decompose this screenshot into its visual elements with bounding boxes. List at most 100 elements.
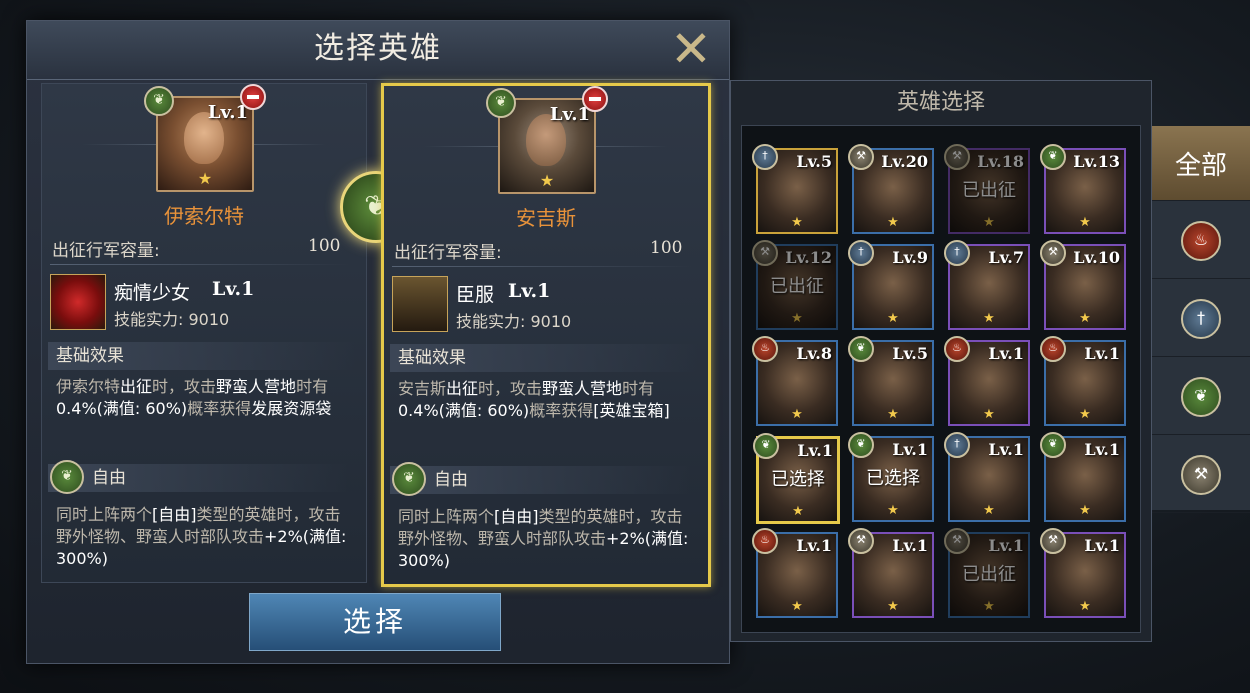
sword-icon: †	[1181, 299, 1221, 339]
leaf-icon: ❦	[848, 336, 874, 362]
hero-cell[interactable]: Lv.1 ★ ⚒	[1040, 528, 1126, 618]
skill-name: 痴情少女	[114, 282, 191, 304]
skill-kneel-icon[interactable]	[392, 276, 448, 332]
hero-cell[interactable]: Lv.5 ★ †	[752, 144, 838, 234]
tab-fire[interactable]: ♨	[1152, 204, 1250, 279]
star-icon: ★	[887, 311, 899, 326]
leaf-icon: ❦	[486, 88, 516, 118]
hero-cell[interactable]: Lv.13 ★ ❦	[1040, 144, 1126, 234]
select-button[interactable]: 选择	[249, 593, 501, 651]
hammer-icon: ⚒	[944, 144, 970, 170]
hero-cell-level: Lv.9	[892, 248, 928, 267]
remove-hero-button[interactable]	[582, 86, 608, 112]
hammer-icon: ⚒	[1040, 240, 1066, 266]
star-icon: ★	[1079, 503, 1091, 518]
faction-tabs: 全部 ♨ † ❦ ⚒	[1152, 126, 1250, 513]
hero-cell[interactable]: Lv.5 ★ ❦	[848, 336, 934, 426]
star-icon: ★	[1079, 311, 1091, 326]
star-icon: ★	[983, 407, 995, 422]
hero-cell-state: 已出征	[770, 276, 824, 297]
hero-cell[interactable]: Lv.1 ★ 已选择 ❦	[848, 432, 934, 522]
sword-icon: †	[848, 240, 874, 266]
hero-card-right[interactable]: Lv.1 ★ ❦ 安吉斯 出征行军容量: 100 臣服 Lv.1 技能实力: 9…	[381, 83, 711, 587]
star-icon: ★	[791, 311, 803, 326]
hero-card-left[interactable]: Lv.1 ★ ❦ 伊索尔特 出征行军容量: 100 痴情少女 Lv.1 技能实力…	[41, 83, 367, 583]
hammer-icon: ⚒	[848, 528, 874, 554]
section-basic-effect: 基础效果	[48, 342, 356, 370]
hero-cell[interactable]: Lv.1 ★ ♨	[752, 528, 838, 618]
tab-hammer[interactable]: ⚒	[1152, 438, 1250, 513]
sword-icon: †	[944, 240, 970, 266]
hero-cell-state: 已出征	[962, 180, 1016, 201]
skill-rose-icon[interactable]	[50, 274, 106, 330]
hero-name: 伊索尔特	[164, 204, 244, 228]
star-icon: ★	[887, 215, 899, 230]
hammer-icon: ⚒	[1181, 455, 1221, 495]
skill-level: Lv.1	[508, 280, 551, 302]
hero-cell[interactable]: Lv.1 ★ †	[944, 432, 1030, 522]
capacity-value: 100	[308, 236, 341, 256]
close-button[interactable]: ✕	[667, 24, 715, 74]
capacity-label: 出征行军容量:	[52, 241, 160, 261]
hero-cell-state: 已选择	[771, 469, 825, 490]
hammer-icon: ⚒	[752, 240, 778, 266]
star-icon: ★	[983, 503, 995, 518]
tab-all[interactable]: 全部	[1152, 126, 1250, 201]
hero-cell-level: Lv.1	[797, 441, 833, 460]
hero-cell-level: Lv.1	[892, 440, 928, 459]
hero-cell[interactable]: Lv.20 ★ ⚒	[848, 144, 934, 234]
star-icon: ★	[1079, 407, 1091, 422]
star-icon: ★	[1079, 215, 1091, 230]
hero-cell-level: Lv.10	[1073, 248, 1120, 267]
section-basic-effect: 基础效果	[390, 344, 698, 372]
trait-bar: 自由	[48, 464, 348, 492]
hero-cell[interactable]: Lv.12 ★ 已出征 ⚒	[752, 240, 838, 330]
trait-description: 同时上阵两个[自由]类型的英雄时，攻击野外怪物、野蛮人时部队攻击+2%(满值: …	[56, 505, 347, 568]
hero-picker-panel: 英雄选择 Lv.5 ★ † Lv.20 ★ ⚒ Lv.18 ★ 已出征 ⚒ Lv.13 ★ ❦ Lv.12…	[730, 80, 1152, 642]
hero-cell[interactable]: Lv.1 ★ ❦	[1040, 432, 1126, 522]
fire-icon: ♨	[752, 528, 778, 554]
star-icon: ★	[791, 599, 803, 614]
star-icon: ★	[887, 599, 899, 614]
star-icon: ★	[791, 215, 803, 230]
hero-cell-level: Lv.1	[1084, 536, 1120, 555]
fire-icon: ♨	[1181, 221, 1221, 261]
fire-icon: ♨	[752, 336, 778, 362]
effect-description: 伊索尔特出征时，攻击野蛮人营地时有0.4%(满值: 60%)概率获得发展资源袋	[56, 377, 332, 418]
capacity-label: 出征行军容量:	[394, 243, 502, 263]
capacity-value: 100	[650, 238, 683, 258]
remove-hero-button[interactable]	[240, 84, 266, 110]
picker-title: 英雄选择	[896, 90, 985, 115]
hero-cell[interactable]: Lv.7 ★ †	[944, 240, 1030, 330]
hero-cell[interactable]: Lv.1 ★ 已选择 ❦	[753, 433, 840, 524]
hero-cell-state: 已选择	[866, 468, 920, 489]
dialog-title: 选择英雄	[27, 21, 729, 80]
hero-cell[interactable]: Lv.8 ★ ♨	[752, 336, 838, 426]
hero-cell[interactable]: Lv.1 ★ ⚒	[848, 528, 934, 618]
leaf-icon: ❦	[1040, 432, 1066, 458]
hero-grid[interactable]: Lv.5 ★ † Lv.20 ★ ⚒ Lv.18 ★ 已出征 ⚒ Lv.13 ★ ❦ Lv.12 ★ 已出征 ⚒…	[741, 125, 1141, 633]
hero-cell-level: Lv.20	[881, 152, 928, 171]
hero-cell[interactable]: Lv.1 ★ 已出征 ⚒	[944, 528, 1030, 618]
hero-cell[interactable]: Lv.10 ★ ⚒	[1040, 240, 1126, 330]
leaf-icon: ❦	[392, 462, 426, 496]
hero-cell-level: Lv.1	[988, 536, 1024, 555]
tab-leaf[interactable]: ❦	[1152, 360, 1250, 435]
hammer-icon: ⚒	[848, 144, 874, 170]
leaf-icon: ❦	[753, 433, 779, 459]
hero-cell[interactable]: Lv.9 ★ †	[848, 240, 934, 330]
skill-name: 臣服	[456, 284, 495, 306]
hero-cell[interactable]: Lv.1 ★ ♨	[944, 336, 1030, 426]
hammer-icon: ⚒	[944, 528, 970, 554]
hero-cell[interactable]: Lv.18 ★ 已出征 ⚒	[944, 144, 1030, 234]
star-icon: ★	[887, 503, 899, 518]
leaf-icon: ❦	[1181, 377, 1221, 417]
tab-sword[interactable]: †	[1152, 282, 1250, 357]
hero-cell-level: Lv.1	[1084, 440, 1120, 459]
hammer-icon: ⚒	[1040, 528, 1066, 554]
star-icon: ★	[887, 407, 899, 422]
leaf-icon: ❦	[848, 432, 874, 458]
hero-cell[interactable]: Lv.1 ★ ♨	[1040, 336, 1126, 426]
hero-cell-level: Lv.5	[796, 152, 832, 171]
star-icon: ★	[983, 215, 995, 230]
